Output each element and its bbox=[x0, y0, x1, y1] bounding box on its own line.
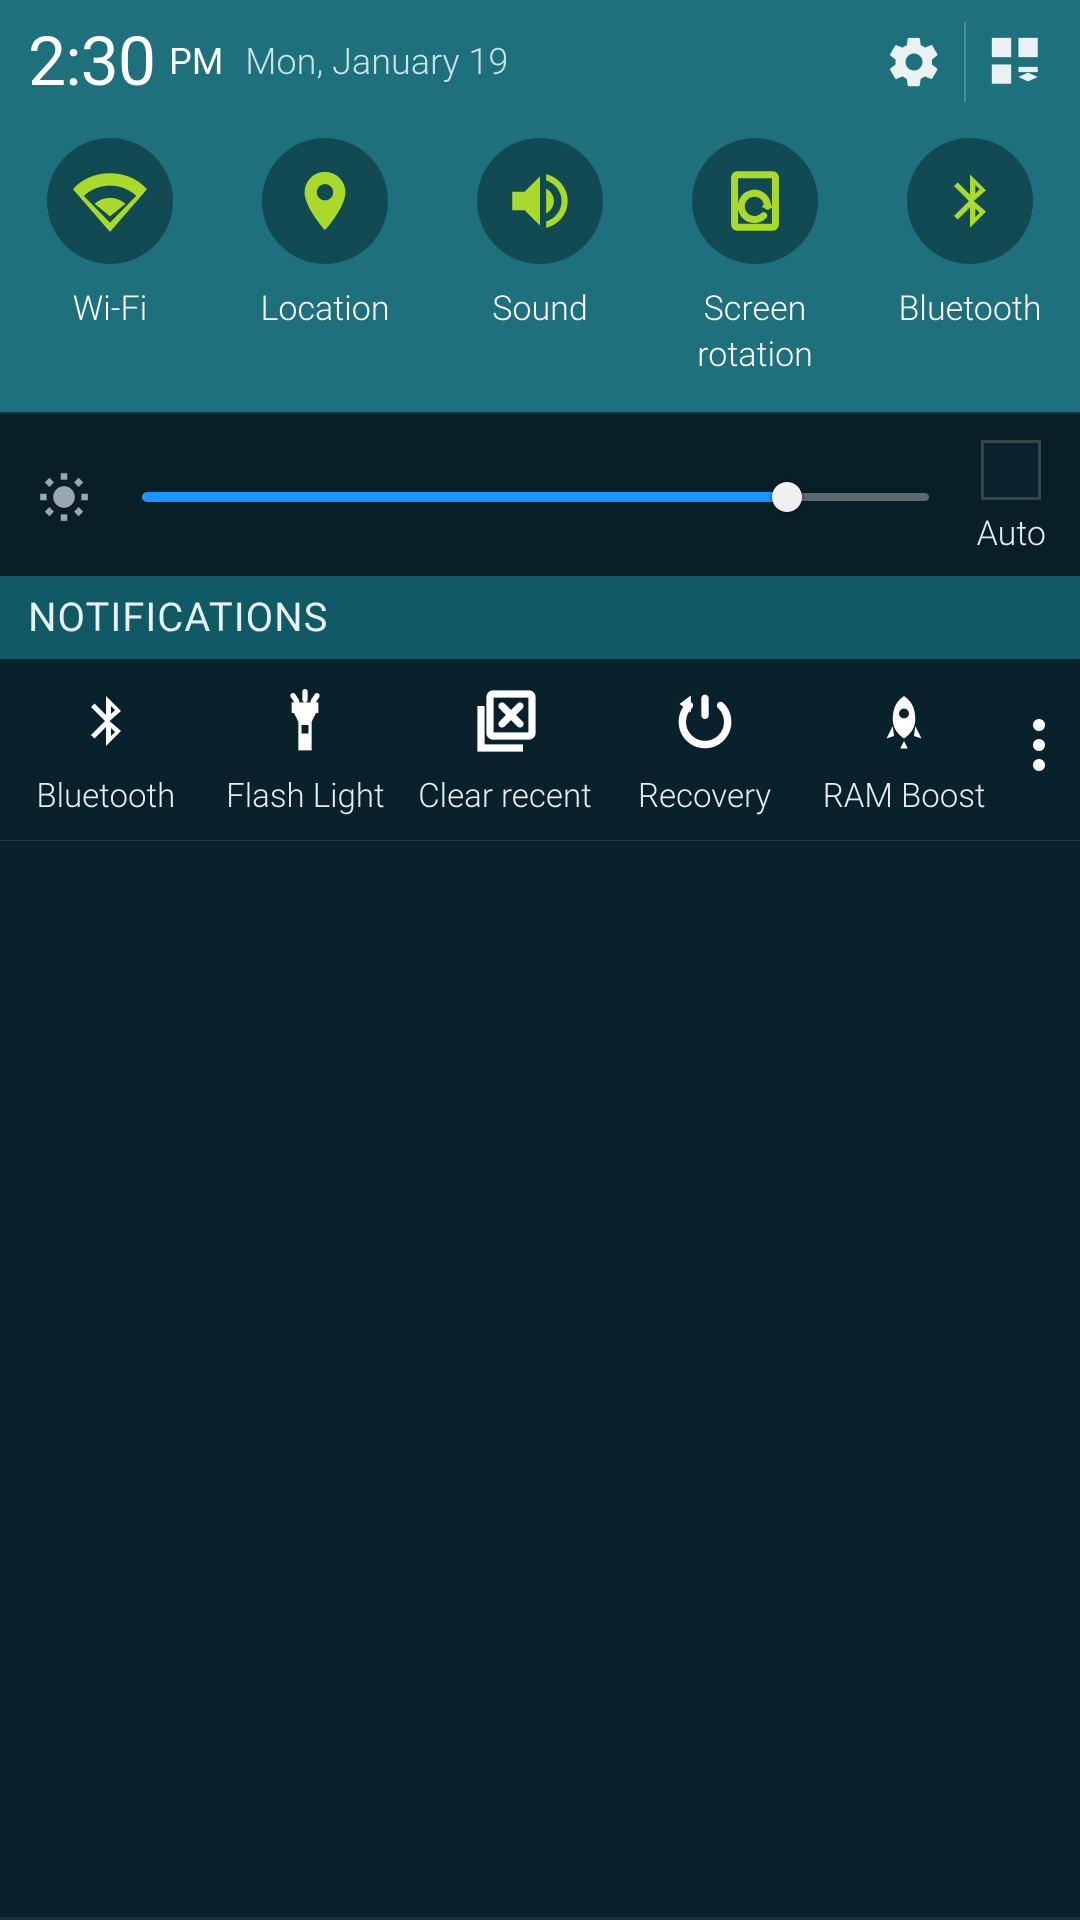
tile-label: Location bbox=[260, 286, 389, 332]
notifications-header: NOTIFICATIONS bbox=[0, 576, 1080, 659]
action-ram-boost[interactable]: RAM Boost bbox=[804, 683, 1004, 816]
clock-ampm: PM bbox=[169, 41, 223, 83]
bluetooth-icon bbox=[938, 169, 1002, 233]
quick-settings-row: Wi-Fi Location Sound Screen rotation bbox=[0, 120, 1080, 414]
action-bluetooth[interactable]: Bluetooth bbox=[6, 683, 206, 816]
auto-brightness-checkbox[interactable] bbox=[981, 440, 1041, 500]
tile-label: Sound bbox=[492, 286, 587, 332]
notification-panel: 2:30 PM Mon, January 19 bbox=[0, 0, 1080, 1920]
action-label: RAM Boost bbox=[823, 777, 986, 816]
tile-wifi[interactable]: Wi-Fi bbox=[20, 138, 200, 378]
action-label: Clear recent bbox=[418, 777, 591, 816]
brightness-icon bbox=[34, 467, 94, 527]
action-recovery[interactable]: Recovery bbox=[605, 683, 805, 816]
tile-bluetooth[interactable]: Bluetooth bbox=[880, 138, 1060, 378]
clock-time: 2:30 bbox=[28, 22, 155, 102]
action-label: Bluetooth bbox=[36, 777, 175, 816]
action-clear-recent[interactable]: Clear recent bbox=[405, 683, 605, 816]
brightness-slider[interactable] bbox=[142, 482, 929, 512]
header-divider bbox=[964, 22, 966, 102]
location-icon bbox=[290, 166, 360, 236]
grid-edit-icon bbox=[987, 33, 1045, 91]
brightness-row: Auto bbox=[0, 414, 1080, 576]
action-label: Recovery bbox=[638, 777, 771, 816]
tile-rotation[interactable]: Screen rotation bbox=[665, 138, 845, 378]
rocket-icon bbox=[874, 685, 934, 757]
tile-location[interactable]: Location bbox=[235, 138, 415, 378]
sound-icon bbox=[503, 164, 577, 238]
flashlight-icon bbox=[273, 685, 337, 757]
clock-date: Mon, January 19 bbox=[245, 41, 508, 83]
clear-recent-icon bbox=[469, 685, 541, 757]
tile-label: Wi-Fi bbox=[73, 286, 148, 332]
auto-brightness-label: Auto bbox=[977, 514, 1046, 554]
recovery-icon bbox=[671, 687, 739, 755]
tile-label: Bluetooth bbox=[898, 286, 1041, 332]
action-label: Flash Light bbox=[226, 777, 384, 816]
status-header: 2:30 PM Mon, January 19 bbox=[0, 0, 1080, 120]
tile-label: Screen rotation bbox=[697, 286, 813, 378]
bluetooth-icon bbox=[76, 687, 136, 755]
wifi-icon bbox=[73, 164, 147, 238]
action-shortcuts-row: Bluetooth Flash Light Clear recent Recov… bbox=[0, 659, 1080, 841]
tile-sound[interactable]: Sound bbox=[450, 138, 630, 378]
more-vertical-icon bbox=[1033, 711, 1045, 779]
rotation-icon bbox=[720, 166, 790, 236]
action-flashlight[interactable]: Flash Light bbox=[206, 683, 406, 816]
more-actions-button[interactable] bbox=[1004, 683, 1074, 779]
quick-panel-grid-button[interactable] bbox=[980, 26, 1052, 98]
settings-button[interactable] bbox=[878, 26, 950, 98]
gear-icon bbox=[885, 33, 943, 91]
